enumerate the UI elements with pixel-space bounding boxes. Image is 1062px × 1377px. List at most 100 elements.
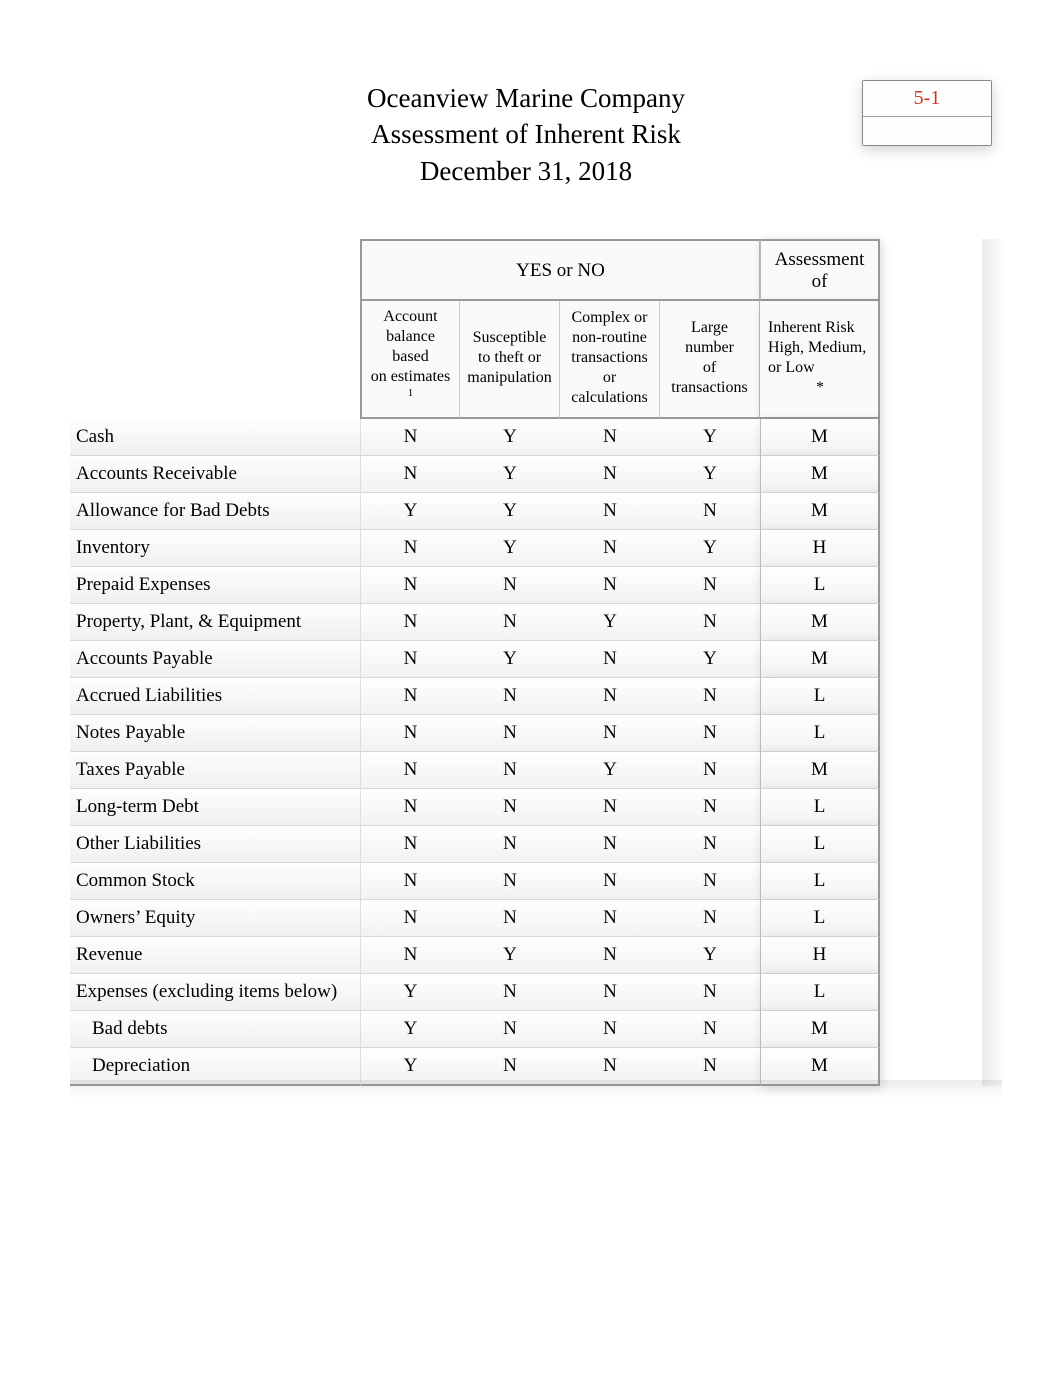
col-header-text: manipulation <box>467 369 551 386</box>
yn-cell: N <box>560 530 660 567</box>
yn-cell: Y <box>460 937 560 974</box>
table-row: Prepaid ExpensesNNNNL <box>70 567 880 604</box>
yn-cell: Y <box>360 493 460 530</box>
yn-cell: N <box>460 1048 560 1086</box>
col-header-text: on estimates <box>371 368 451 385</box>
yn-cell: Y <box>660 456 760 493</box>
yn-cell: N <box>560 789 660 826</box>
column-header-row: Account balance based on estimates 1 Sus… <box>70 301 880 418</box>
table-row: Accounts PayableNYNYM <box>70 641 880 678</box>
yn-cell: Y <box>360 1048 460 1086</box>
risk-assessment-table: YES or NO Assessment of Account balance … <box>70 239 880 1085</box>
assessment-cell: H <box>760 937 880 974</box>
assessment-cell: H <box>760 530 880 567</box>
table-row: Common StockNNNNL <box>70 863 880 900</box>
yn-cell: N <box>360 863 460 900</box>
yn-cell: N <box>660 974 760 1011</box>
assessment-cell: L <box>760 863 880 900</box>
table-row: DepreciationYNNNM <box>70 1048 880 1086</box>
company-name: Oceanview Marine Company <box>190 80 862 116</box>
col-header-text: Account <box>383 308 437 325</box>
yn-cell: N <box>360 641 460 678</box>
yn-cell: Y <box>660 530 760 567</box>
col-header-text: High, Medium, <box>768 339 866 356</box>
yn-cell: Y <box>460 456 560 493</box>
yn-cell: N <box>460 974 560 1011</box>
yn-cell: Y <box>460 641 560 678</box>
col-header-text: of <box>703 359 716 376</box>
assessment-cell: M <box>760 419 880 456</box>
yn-cell: N <box>560 1011 660 1048</box>
table-row: Taxes PayableNNYNM <box>70 752 880 789</box>
col-header-susceptible: Susceptible to theft or manipulation <box>460 301 560 418</box>
assessment-cell: L <box>760 900 880 937</box>
account-name-cell: Long-term Debt <box>70 789 360 826</box>
yn-cell: N <box>660 715 760 752</box>
yn-cell: N <box>460 604 560 641</box>
account-name-cell: Allowance for Bad Debts <box>70 493 360 530</box>
assessment-cell: L <box>760 567 880 604</box>
page-reference: 5-1 <box>863 81 991 117</box>
account-name-cell: Revenue <box>70 937 360 974</box>
yn-cell: N <box>560 900 660 937</box>
yn-cell: N <box>460 789 560 826</box>
assessment-cell: M <box>760 493 880 530</box>
yn-cell: N <box>360 604 460 641</box>
table-row: Property, Plant, & EquipmentNNYNM <box>70 604 880 641</box>
account-name-cell: Depreciation <box>70 1048 360 1086</box>
assessment-cell: M <box>760 456 880 493</box>
col-header-empty <box>70 301 360 418</box>
risk-table-container: YES or NO Assessment of Account balance … <box>70 239 992 1085</box>
account-name-cell: Property, Plant, & Equipment <box>70 604 360 641</box>
yn-cell: N <box>460 863 560 900</box>
yn-cell: N <box>560 567 660 604</box>
yn-cell: Y <box>360 974 460 1011</box>
account-name-cell: Other Liabilities <box>70 826 360 863</box>
report-date: December 31, 2018 <box>190 153 862 189</box>
blur-overlay-right <box>982 239 1004 1085</box>
group-header-assessment: Assessment of <box>760 239 880 301</box>
col-header-text: non-routine <box>572 329 647 346</box>
report-title: Assessment of Inherent Risk <box>190 116 862 152</box>
yn-cell: N <box>360 678 460 715</box>
yn-cell: N <box>460 567 560 604</box>
col-header-text: or Low <box>768 359 815 376</box>
table-row: Long-term DebtNNNNL <box>70 789 880 826</box>
col-header-inherent-risk: Inherent Risk High, Medium, or Low * <box>760 301 880 418</box>
col-header-text: Complex or <box>572 309 648 326</box>
group-header-empty <box>70 239 360 301</box>
account-name-cell: Bad debts <box>70 1011 360 1048</box>
account-name-cell: Accounts Receivable <box>70 456 360 493</box>
table-row: Bad debtsYNNNM <box>70 1011 880 1048</box>
yn-cell: Y <box>660 641 760 678</box>
col-header-text: transactions or <box>571 349 647 386</box>
assessment-cell: M <box>760 604 880 641</box>
page-reference-box: 5-1 <box>862 80 992 146</box>
table-row: CashNYNYM <box>70 419 880 456</box>
account-name-cell: Common Stock <box>70 863 360 900</box>
col-header-text: calculations <box>571 389 647 406</box>
yn-cell: N <box>560 974 660 1011</box>
yn-cell: N <box>360 826 460 863</box>
yn-cell: N <box>660 1048 760 1086</box>
col-header-text: to theft or <box>478 349 541 366</box>
account-name-cell: Taxes Payable <box>70 752 360 789</box>
yn-cell: N <box>660 1011 760 1048</box>
title-block: Oceanview Marine Company Assessment of I… <box>70 80 862 189</box>
yn-cell: Y <box>660 937 760 974</box>
assessment-cell: M <box>760 752 880 789</box>
yn-cell: Y <box>460 493 560 530</box>
table-row: Expenses (excluding items below)YNNNL <box>70 974 880 1011</box>
yn-cell: N <box>460 1011 560 1048</box>
table-row: RevenueNYNYH <box>70 937 880 974</box>
yn-cell: N <box>660 900 760 937</box>
assessment-cell: M <box>760 1011 880 1048</box>
page-reference-blank <box>863 117 991 145</box>
yn-cell: N <box>460 826 560 863</box>
yn-cell: N <box>460 715 560 752</box>
yn-cell: N <box>560 826 660 863</box>
yn-cell: Y <box>360 1011 460 1048</box>
yn-cell: N <box>460 678 560 715</box>
account-name-cell: Inventory <box>70 530 360 567</box>
account-name-cell: Cash <box>70 419 360 456</box>
